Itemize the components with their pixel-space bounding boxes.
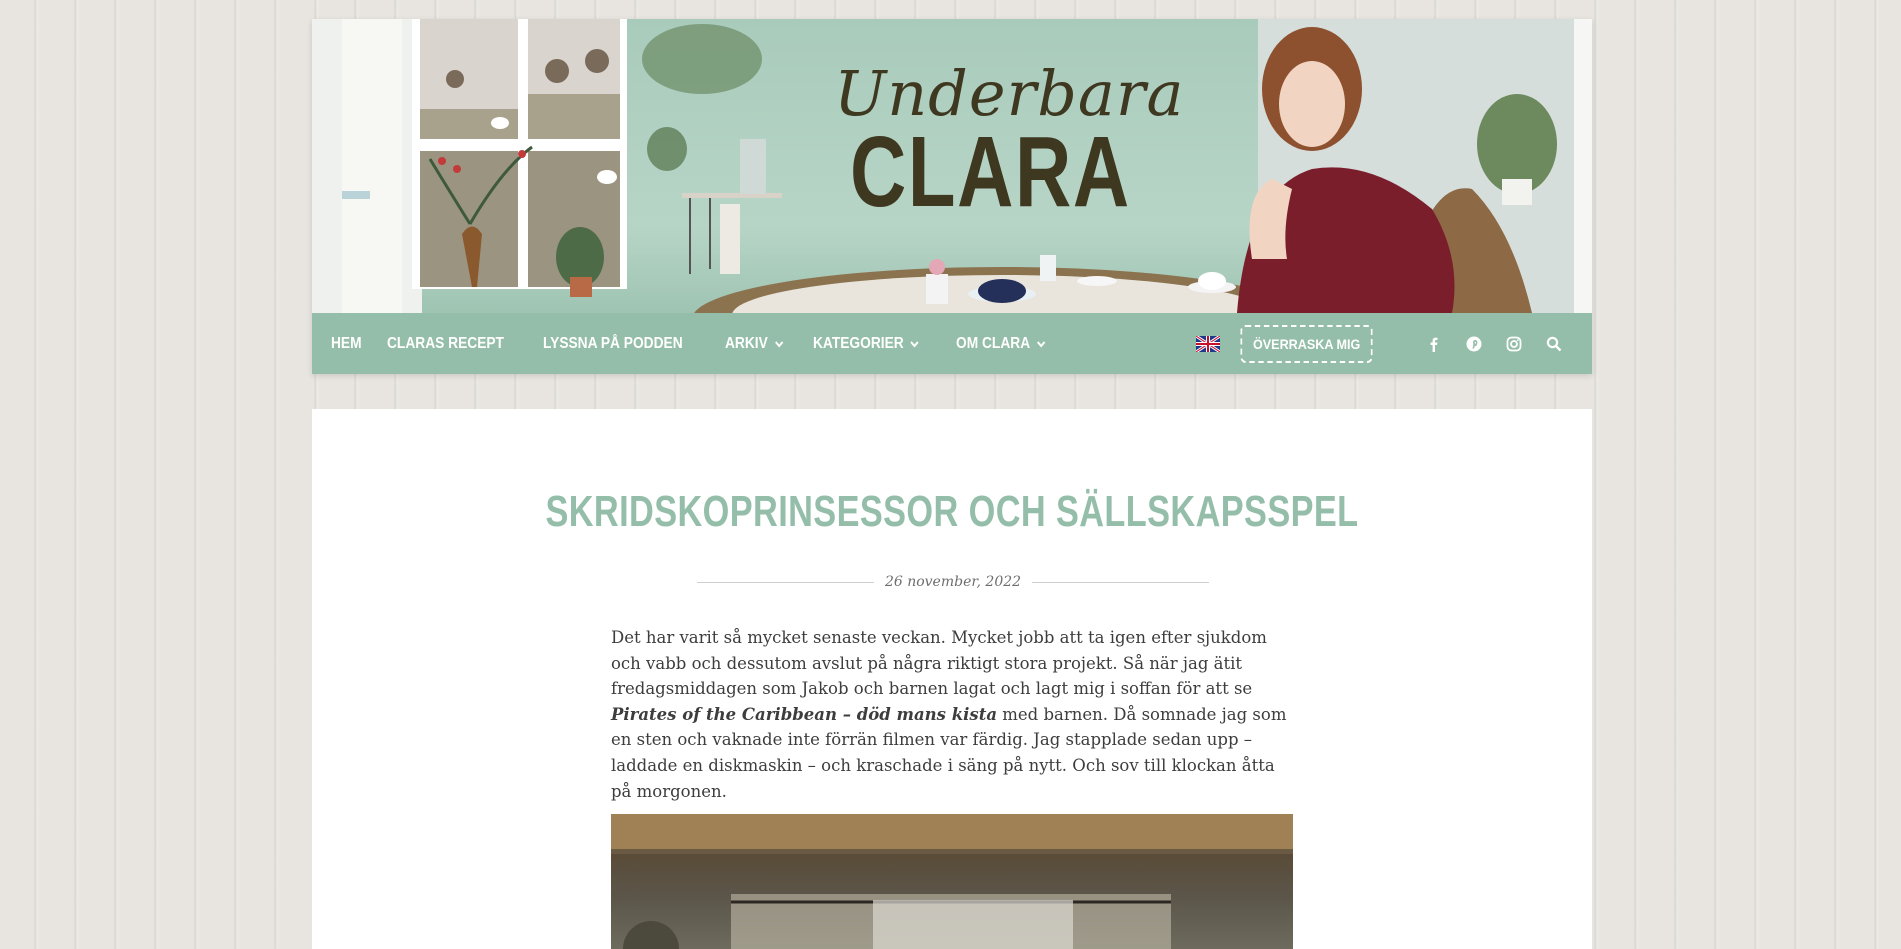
face: [1279, 61, 1345, 147]
movie-title: Pirates of the Caribbean – död mans kist…: [611, 704, 998, 724]
chevron-down-icon: [774, 340, 784, 348]
header-banner[interactable]: Underbara CLARA: [312, 19, 1592, 313]
nav-menu: HEM CLARAS RECEPT LYSSNA PÅ PODDEN ARKIV…: [312, 335, 1080, 353]
nav-label: HEM: [331, 334, 362, 352]
nav-item-claras-recept[interactable]: CLARAS RECEPT: [387, 335, 504, 353]
window-field-2: [528, 94, 620, 139]
sheep-icon: [597, 170, 617, 184]
chevron-down-icon: [1037, 340, 1046, 348]
hanging-plant-icon: [642, 24, 762, 94]
site-wrapper: Underbara CLARA HEM CLARAS RECEPT LYSSNA…: [312, 19, 1592, 374]
pinterest-icon[interactable]: [1466, 336, 1482, 352]
tree-icon: [585, 49, 609, 73]
nav-label: CLARAS RECEPT: [386, 334, 504, 352]
post-paragraph: Det har varit så mycket senaste veckan. …: [611, 625, 1293, 804]
post-image[interactable]: [611, 814, 1293, 949]
photo-interior: [611, 814, 1293, 949]
nav-label: KATEGORIER: [812, 334, 904, 352]
saucer-icon: [1077, 276, 1117, 286]
tree-icon: [545, 59, 569, 83]
uk-flag-icon[interactable]: [1195, 335, 1220, 352]
hanging-herbs-icon: [647, 127, 687, 171]
facebook-icon[interactable]: [1426, 336, 1442, 352]
search-icon[interactable]: [1546, 336, 1562, 352]
brand-title: CLARA: [850, 116, 1131, 228]
divider-line: [697, 581, 874, 583]
nav-item-kategorier[interactable]: KATEGORIER: [813, 335, 919, 353]
plant-pot-icon: [1502, 179, 1532, 205]
instagram-icon[interactable]: [1506, 336, 1522, 352]
curtain-fold: [342, 19, 402, 313]
blueberries-icon: [978, 279, 1026, 303]
plant-pot-icon: [570, 277, 592, 297]
surprise-me-button[interactable]: ÖVERRASKA MIG: [1240, 324, 1373, 363]
nav-item-lyssna-pa-podden[interactable]: LYSSNA PÅ PODDEN: [543, 335, 683, 353]
kitchen-shelf: [682, 193, 782, 198]
tree-icon: [446, 70, 464, 88]
nav-item-arkiv[interactable]: ARKIV: [724, 334, 784, 353]
nav-label: LYSSNA PÅ PODDEN: [542, 334, 683, 352]
post-meta: 26 november, 2022: [697, 574, 1209, 590]
curtain-tie: [342, 191, 370, 199]
globe-icon: [623, 921, 679, 949]
flower-icon: [929, 259, 945, 275]
nav-label: ARKIV: [724, 334, 768, 352]
milk-jug-icon: [1040, 255, 1056, 281]
site-header: Underbara CLARA HEM CLARAS RECEPT LYSSNA…: [312, 19, 1592, 374]
post-date: 26 november, 2022: [884, 574, 1022, 590]
nav-item-om-clara[interactable]: OM CLARA: [956, 335, 1046, 353]
curtain-right: [1574, 19, 1592, 313]
towel-icon: [720, 204, 740, 274]
divider-line: [1032, 581, 1209, 583]
arm: [1249, 179, 1292, 259]
nav-item-hem[interactable]: HEM: [331, 335, 362, 353]
mug-stack-icon: [740, 139, 766, 194]
window-light: [873, 900, 1073, 949]
chevron-down-icon: [910, 340, 919, 348]
post-content: SKRIDSKOPRINSESSOR OCH SÄLLSKAPSSPEL 26 …: [312, 409, 1592, 949]
nav-actions: ÖVERRASKA MIG: [1195, 313, 1562, 374]
vase-small-icon: [926, 274, 948, 304]
sheep-icon: [491, 117, 509, 129]
teacup-icon: [1198, 272, 1226, 290]
nav-label: OM CLARA: [956, 334, 1031, 352]
paragraph-text: Det har varit så mycket senaste veckan. …: [611, 628, 1267, 699]
post-title[interactable]: SKRIDSKOPRINSESSOR OCH SÄLLSKAPSSPEL: [453, 487, 1451, 537]
main-navigation: HEM CLARAS RECEPT LYSSNA PÅ PODDEN ARKIV…: [312, 313, 1592, 374]
